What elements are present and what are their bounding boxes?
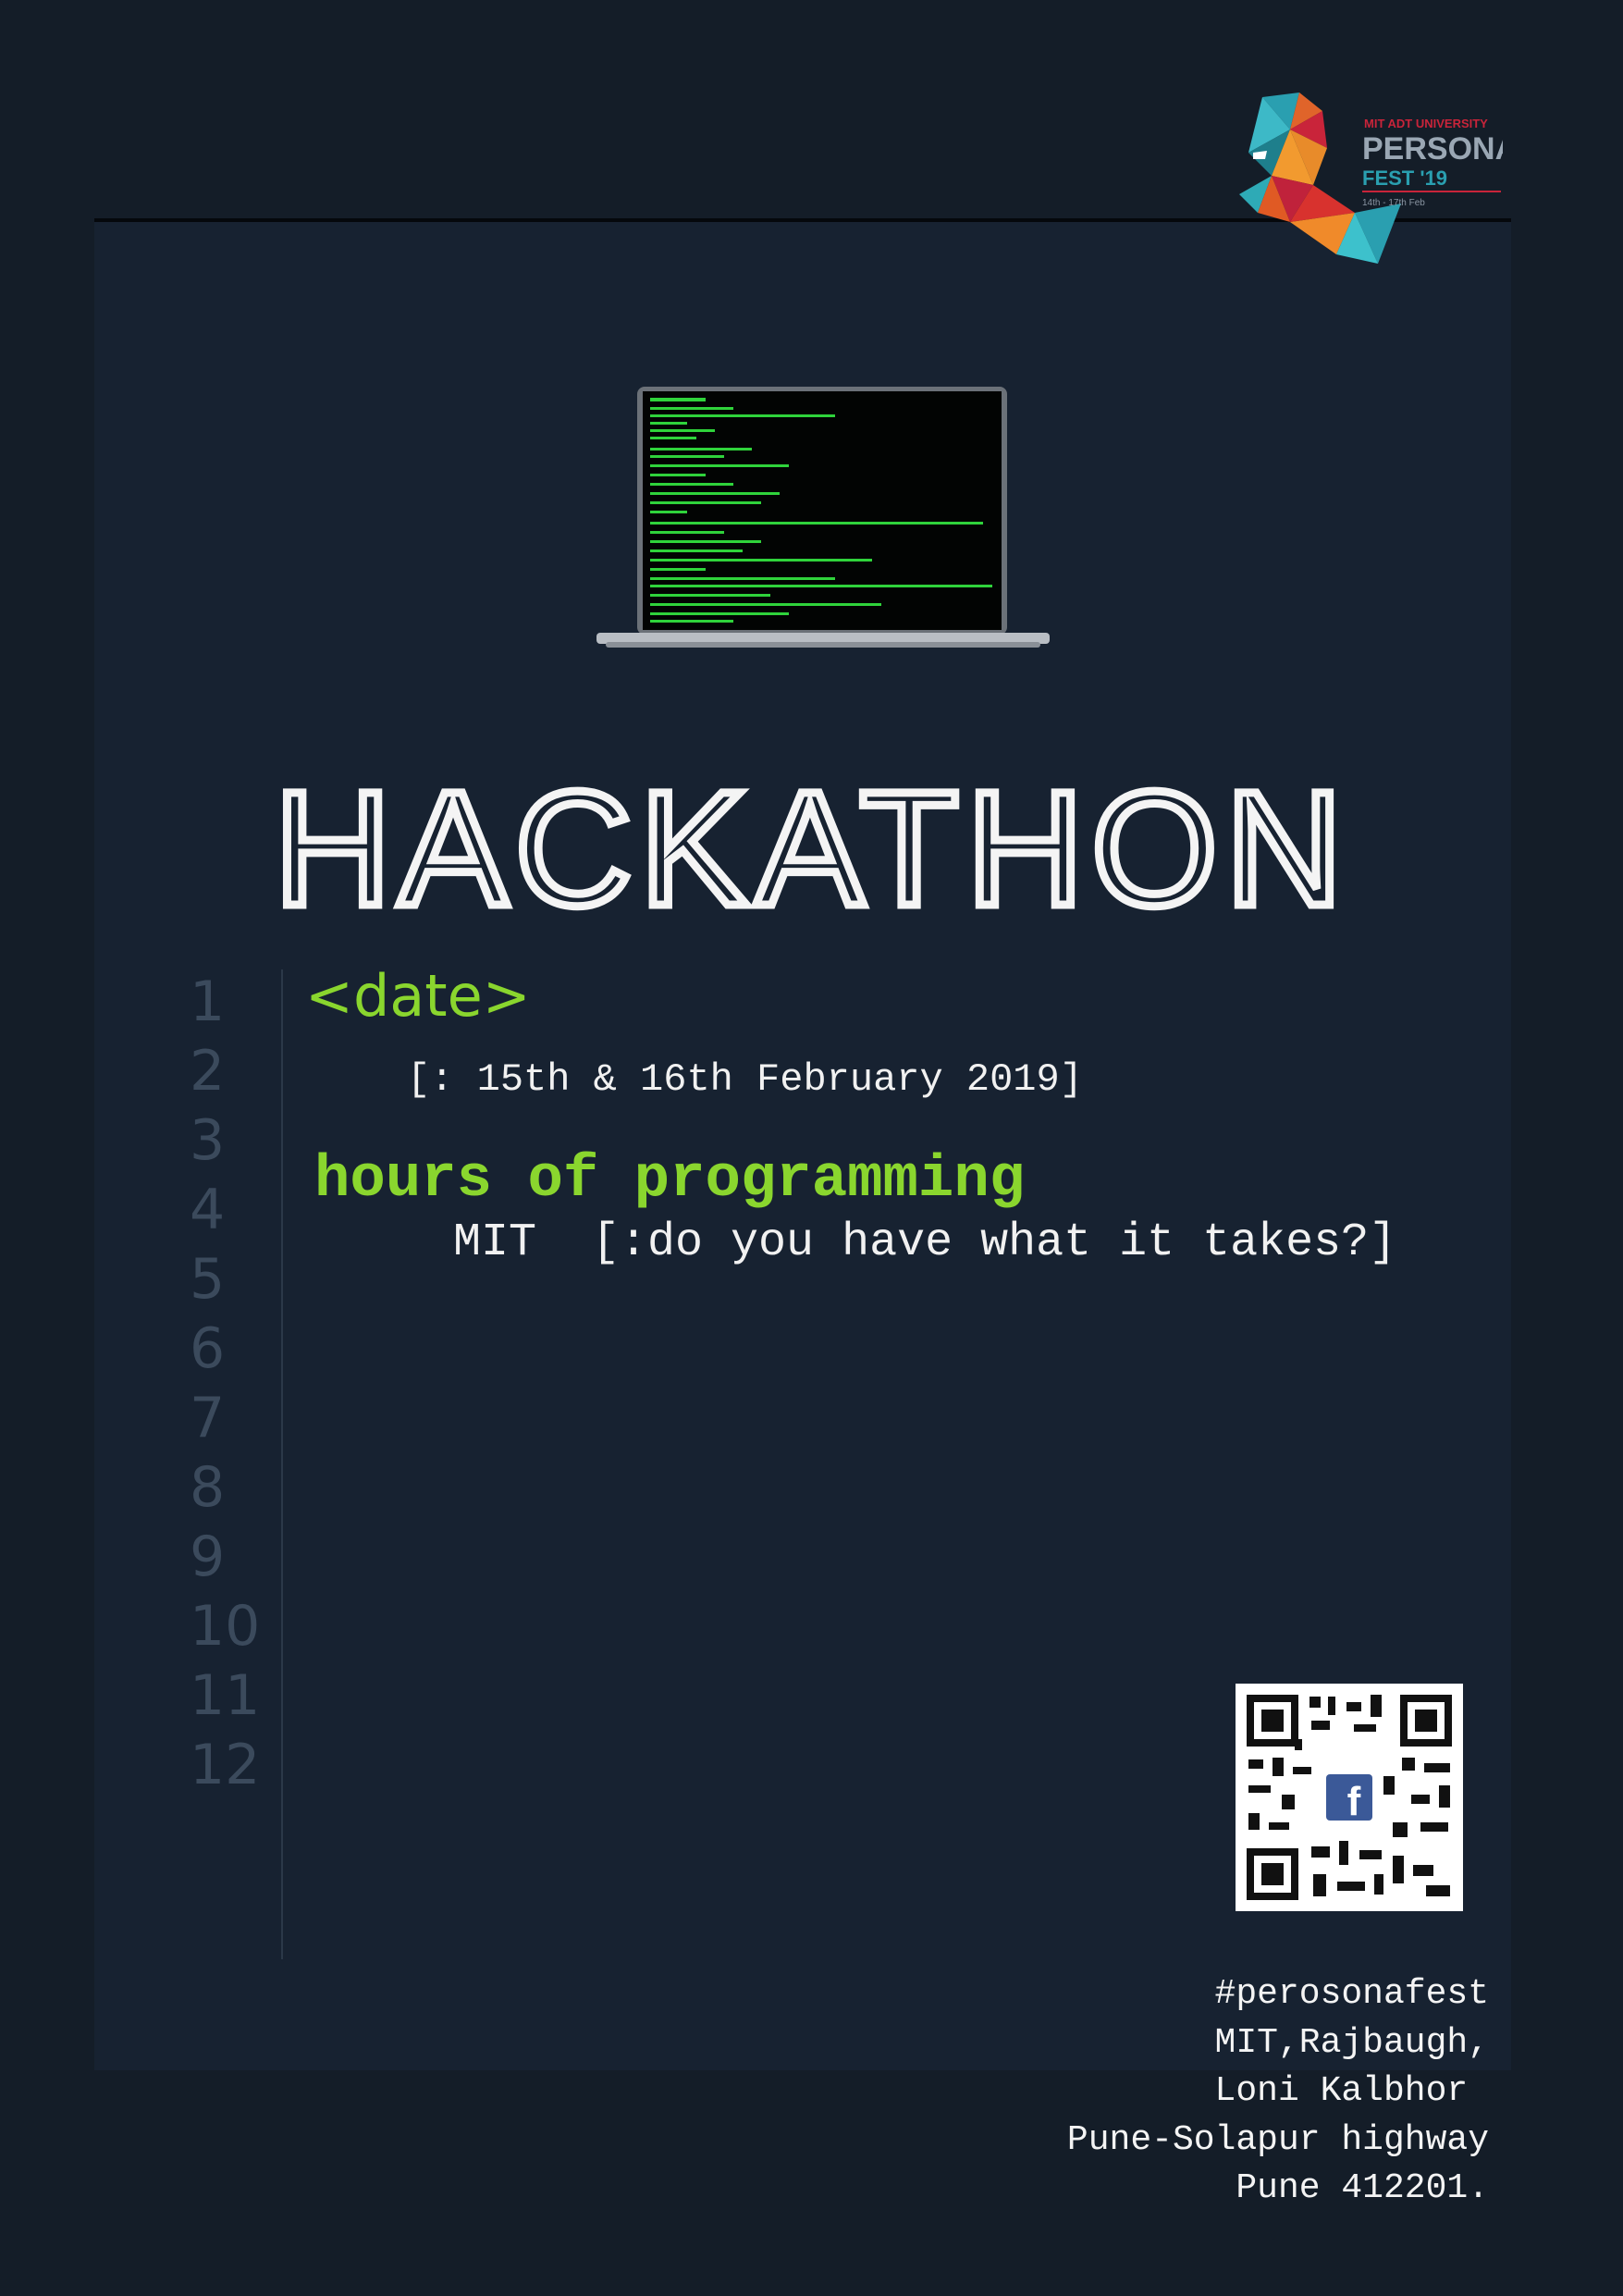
line-number: 12 <box>190 1733 261 1797</box>
line-number: 9 <box>190 1524 226 1589</box>
line-number: 11 <box>190 1663 261 1728</box>
line-number: 10 <box>190 1594 261 1659</box>
line-number: 1 <box>190 969 226 1034</box>
line-number: 4 <box>190 1178 226 1242</box>
address-line-2: Loni Kalbhor <box>1214 2071 1489 2111</box>
line-number: 6 <box>190 1316 226 1381</box>
address-line-3: Pune-Solapur highway <box>1066 2119 1489 2160</box>
line-number: 3 <box>190 1108 226 1173</box>
logo-name-text: PERSONA <box>1362 131 1503 167</box>
laptop-illustration <box>596 387 1050 650</box>
hackathon-title-art: HACKATHON <box>270 755 1350 944</box>
laptop-icon <box>596 387 1050 648</box>
line-number: 7 <box>190 1386 226 1450</box>
line-number: 5 <box>190 1247 226 1312</box>
event-date: [: 15th & 16th February 2019] <box>407 1057 1083 1102</box>
hours-of-programming: hours of programming <box>314 1147 1026 1214</box>
date-tag: <date> <box>305 962 531 1030</box>
address-line-4: Pune 412201. <box>1236 2168 1489 2208</box>
editor-gutter-line <box>281 969 283 1959</box>
line-number: 8 <box>190 1455 226 1520</box>
logo-fest-text: FEST '19 <box>1362 167 1447 190</box>
logo-university-text: MIT ADT UNIVERSITY <box>1364 117 1488 130</box>
tagline: MIT [:do you have what it takes?] <box>453 1216 1397 1269</box>
logo-dates-text: 14th - 17th Feb <box>1362 198 1425 208</box>
line-number: 2 <box>190 1039 226 1104</box>
logo-face-icon: MIT ADT UNIVERSITY PERSONA FEST '19 14th… <box>1239 93 1518 264</box>
qr-code: f <box>1236 1684 1463 1911</box>
persona-fest-logo: MIT ADT UNIVERSITY PERSONA FEST '19 14th… <box>1235 93 1518 273</box>
address-line-1: MIT,Rajbaugh, <box>1214 2022 1489 2063</box>
svg-text:f: f <box>1347 1779 1361 1824</box>
qr-code-icon: f <box>1247 1695 1452 1900</box>
hashtag: #perosonafest <box>1214 1974 1489 2014</box>
address-block: #perosonafest MIT,Rajbaugh, Loni Kalbhor P… <box>1067 1970 1489 2214</box>
hackathon-title: HACKATHON <box>215 755 1408 951</box>
title-text: HACKATHON <box>274 766 1350 940</box>
